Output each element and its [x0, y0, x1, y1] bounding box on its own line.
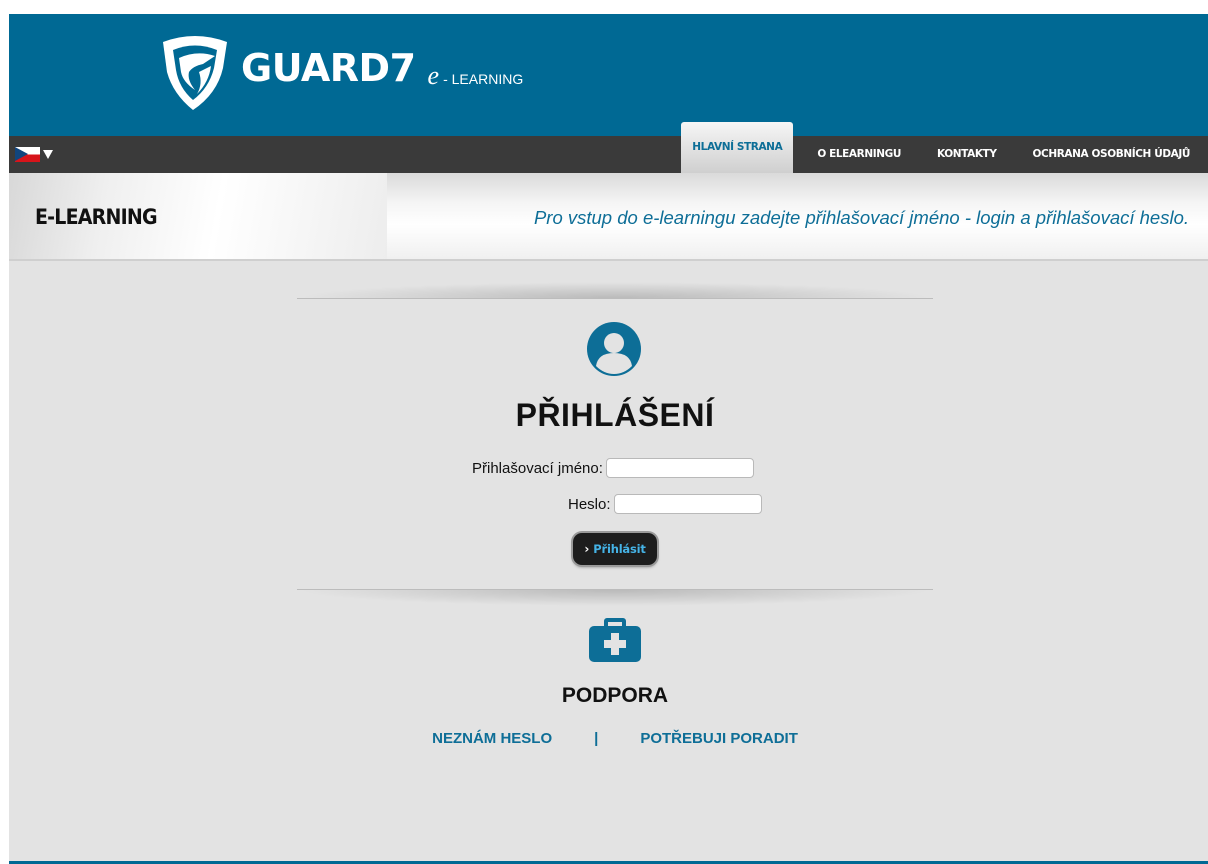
forgot-password-link[interactable]: NEZNÁM HESLO — [432, 730, 552, 747]
login-button-label: Přihlásit — [593, 542, 646, 556]
first-aid-kit-icon — [589, 618, 641, 662]
nav-item-home[interactable]: HLAVNÍ STRANA — [681, 122, 794, 173]
site-logo[interactable]: GUARD7 e- LEARNING — [159, 32, 523, 112]
support-links: NEZNÁM HESLO | POTŘEBUJI PORADIT — [297, 730, 933, 747]
support-title: PODPORA — [561, 684, 669, 707]
username-label: Přihlašovací jméno: — [472, 459, 603, 477]
brand-name: GUARD7 — [241, 46, 416, 90]
title-bar-left: E-LEARNING — [9, 173, 387, 259]
nav-item-privacy[interactable]: OCHRANA OSOBNÍCH ÚDAJŮ — [1015, 136, 1208, 173]
panel-shadow-bottom — [297, 590, 933, 606]
password-input[interactable] — [613, 494, 762, 514]
title-bar: E-LEARNING Pro vstup do e-learningu zade… — [9, 173, 1208, 261]
nav-item-about[interactable]: O ELEARNINGU — [799, 136, 919, 173]
link-separator: | — [594, 730, 599, 747]
czech-flag-icon — [15, 147, 40, 162]
brand-learning: - LEARNING — [443, 71, 524, 87]
main-navbar: HLAVNÍ STRANA O ELEARNINGU KONTAKTY OCHR… — [9, 122, 1208, 173]
brand-e: e — [427, 61, 440, 90]
chevron-right-icon: › — [584, 542, 590, 556]
brand-subtitle: e- LEARNING — [428, 61, 524, 91]
language-selector[interactable] — [15, 147, 53, 162]
password-label: Heslo: — [568, 495, 611, 513]
login-button[interactable]: › Přihlásit — [573, 533, 657, 565]
login-title: PŘIHLÁŠENÍ — [515, 397, 715, 433]
page-tagline: Pro vstup do e-learningu zadejte přihlaš… — [533, 207, 1189, 228]
caret-down-icon — [43, 150, 53, 159]
panel-divider-top — [297, 298, 933, 299]
site-header: GUARD7 e- LEARNING — [9, 14, 1208, 136]
page-frame: GUARD7 e- LEARNING HLAVNÍ STRANA O ELEAR… — [9, 14, 1208, 864]
password-row: Heslo: — [568, 493, 762, 515]
panel-shadow-top — [297, 282, 933, 298]
username-row: Přihlašovací jméno: — [472, 457, 754, 479]
nav-menu: HLAVNÍ STRANA O ELEARNINGU KONTAKTY OCHR… — [681, 122, 1208, 173]
page-title: E-LEARNING — [35, 205, 158, 230]
nav-item-contacts[interactable]: KONTAKTY — [919, 136, 1015, 173]
shield-logo-icon — [163, 36, 227, 110]
user-icon — [587, 322, 641, 376]
need-help-link[interactable]: POTŘEBUJI PORADIT — [640, 730, 798, 747]
username-input[interactable] — [605, 458, 754, 478]
